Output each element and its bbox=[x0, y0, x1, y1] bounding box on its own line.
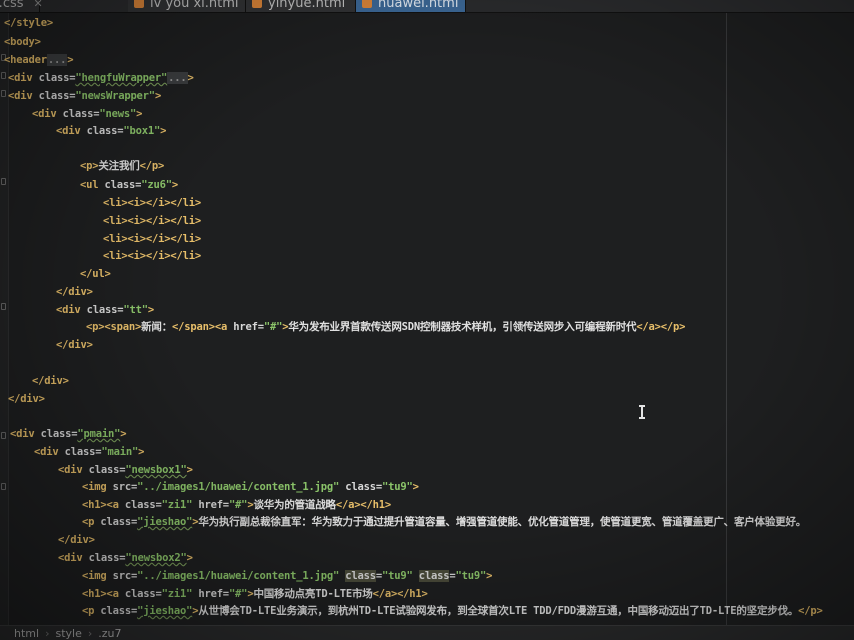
tab-label: yinyue.html bbox=[268, 0, 346, 11]
code-line: <header...> bbox=[4, 54, 74, 66]
collapsed-region[interactable]: ... bbox=[167, 72, 188, 84]
breadcrumb: html › style › .zu7 bbox=[0, 625, 854, 640]
text-cursor-icon bbox=[639, 405, 645, 419]
code-line: <h1><a class="zi1" href="#">中国移动点亮TD-LTE… bbox=[82, 588, 428, 600]
tab-huawei-html[interactable]: huawei.html bbox=[356, 0, 466, 12]
code-line: <div class="tt"> bbox=[56, 304, 154, 316]
code-line: <p>关注我们</p> bbox=[80, 160, 165, 172]
breadcrumb-html[interactable]: html bbox=[14, 627, 39, 640]
code-line: </div> bbox=[58, 534, 95, 546]
code-line: </div> bbox=[56, 339, 93, 351]
code-line: <div class="pmain"> bbox=[10, 428, 127, 440]
code-line: </ul> bbox=[80, 268, 111, 280]
breadcrumb-zu7[interactable]: .zu7 bbox=[98, 627, 121, 640]
code-line: <div class="newsbox2"> bbox=[58, 552, 193, 564]
code-line: <p class="jieshao">从世博会TD-LTE业务演示，到杭州TD-… bbox=[82, 605, 823, 617]
close-icon[interactable]: ✕ bbox=[34, 0, 43, 10]
code-line: </div> bbox=[56, 286, 93, 298]
code-line: <div class="hengfuWrapper"...> bbox=[8, 72, 194, 84]
html-file-icon bbox=[134, 0, 144, 8]
code-line: <p><span>新闻：</span><a href="#">华为发布业界首款传… bbox=[86, 321, 686, 333]
tab-huawei-css[interactable]: huawei.css ✕ bbox=[0, 0, 43, 12]
code-line: </div> bbox=[32, 375, 69, 387]
code-line: </div> bbox=[8, 393, 45, 405]
code-line: <ul class="zu6"> bbox=[80, 179, 178, 191]
code-line: </style> bbox=[4, 17, 53, 29]
code-line: <li><i></i></li> bbox=[103, 250, 201, 262]
tab-lv-you-xi[interactable]: lv you xi.html bbox=[128, 0, 246, 12]
code-line: <li><i></i></li> bbox=[103, 197, 201, 209]
tab-yinyue[interactable]: yinyue.html bbox=[246, 0, 356, 12]
code-line: <p class="jieshao">华为执行副总裁徐直军：华为致力于通过提升管… bbox=[82, 516, 807, 528]
code-line: <li><i></i></li> bbox=[103, 233, 201, 245]
breadcrumb-separator: › bbox=[45, 626, 50, 640]
tab-label: huawei.css bbox=[0, 0, 24, 11]
tab-label: huawei.html bbox=[378, 0, 459, 11]
breadcrumb-style[interactable]: style bbox=[55, 627, 81, 640]
collapsed-region[interactable]: ... bbox=[46, 54, 68, 66]
html-file-icon bbox=[252, 0, 262, 8]
code-line: <div class="main"> bbox=[34, 446, 145, 458]
code-line: <body> bbox=[4, 36, 41, 48]
code-line: <div class="newsWrapper"> bbox=[8, 90, 162, 102]
code-editor[interactable]: </style> <body> <header...> <div class="… bbox=[0, 13, 854, 625]
code-line: <div class="newsbox1"> bbox=[58, 464, 193, 476]
code-line: <div class="news"> bbox=[32, 108, 143, 120]
code-line: <img src="../images1/huawei/content_1.jp… bbox=[82, 570, 493, 582]
code-line: <li><i></i></li> bbox=[103, 215, 201, 227]
breadcrumb-separator: › bbox=[87, 626, 93, 640]
code-line: <img src="../images1/huawei/content_1.jp… bbox=[82, 481, 419, 493]
code-line: <div class="box1"> bbox=[56, 125, 167, 137]
code-line: <h1><a class="zi1" href="#">谈华为的管道战略</a>… bbox=[82, 499, 391, 511]
tab-label: lv you xi.html bbox=[150, 0, 239, 11]
html-file-icon bbox=[362, 0, 372, 8]
editor-tab-bar: huawei.css ✕ lv you xi.html yinyue.html … bbox=[0, 0, 854, 13]
